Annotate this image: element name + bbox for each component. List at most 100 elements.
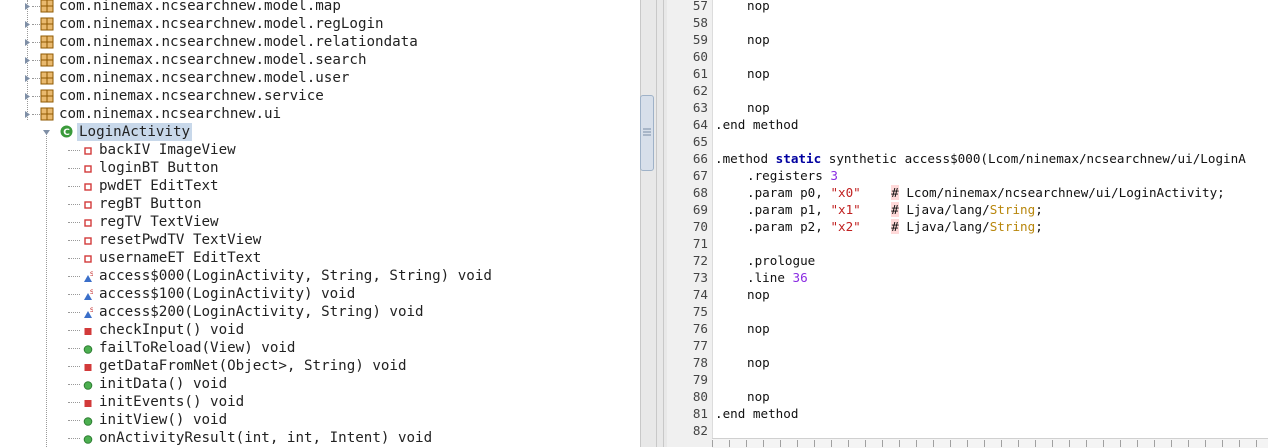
member-node[interactable]: failToReload(View) void (0, 339, 640, 357)
line-number: 74 (692, 287, 708, 302)
svg-text:S: S (90, 307, 93, 314)
member-node[interactable]: initData() void (0, 375, 640, 393)
static-synthetic-method-icon: S (83, 288, 94, 300)
code-line: .line 36 (747, 270, 808, 285)
code-line: .prologue (747, 253, 816, 268)
code-line: .end method (715, 406, 799, 421)
code-line: nop (747, 355, 770, 370)
smali-code-editor[interactable]: 57 58 59 60 61 62 63 64 65 66 67 68 69 70 71 72 73 74 75 76… (667, 0, 1268, 447)
package-label: com.ninemax.ncsearchnew.model.search (59, 52, 367, 68)
package-node[interactable]: com.ninemax.ncsearchnew.model.user (0, 69, 640, 87)
line-number: 64 (692, 117, 708, 132)
package-node[interactable]: com.ninemax.ncsearchnew.model.regLogin (0, 15, 640, 33)
scrollbar-tick (1137, 440, 1138, 447)
scrollbar-tick (984, 440, 985, 447)
package-node[interactable]: com.ninemax.ncsearchnew.ui (0, 105, 640, 123)
svg-text:S: S (90, 271, 93, 278)
scrollbar-tick (916, 440, 917, 447)
package-icon (40, 107, 54, 121)
member-node[interactable]: usernameET EditText (0, 249, 640, 267)
expand-arrow-icon[interactable] (23, 15, 32, 33)
member-node[interactable]: loginBT Button (0, 159, 640, 177)
line-number: 70 (692, 219, 708, 234)
member-node[interactable]: resetPwdTV TextView (0, 231, 640, 249)
package-icon (40, 53, 54, 67)
member-label: initData() void (99, 376, 228, 392)
class-tree-panel[interactable]: com.ninemax.ncsearchnew.model.map com.nin… (0, 0, 640, 447)
member-node[interactable]: getDataFromNet(Object>, String) void (0, 357, 640, 375)
member-node[interactable]: regTV TextView (0, 213, 640, 231)
collapse-arrow-icon[interactable] (42, 123, 51, 141)
package-node[interactable]: com.ninemax.ncsearchnew.service (0, 87, 640, 105)
field-private-icon (83, 180, 93, 192)
member-label: loginBT Button (99, 160, 219, 176)
scrollbar-tick (1069, 440, 1070, 447)
tree-guide-line (68, 204, 80, 205)
class-node[interactable]: C LoginActivity (0, 123, 640, 141)
tree-guide-line (68, 294, 80, 295)
expand-arrow-icon[interactable] (23, 69, 32, 87)
tree-guide-line (68, 222, 80, 223)
member-label: access$100(LoginActivity) void (99, 286, 356, 302)
package-node[interactable]: com.ninemax.ncsearchnew.model.search (0, 51, 640, 69)
tree-guide-line (32, 60, 40, 61)
member-node[interactable]: Saccess$000(LoginActivity, String, Strin… (0, 267, 640, 285)
member-node[interactable]: initView() void (0, 411, 640, 429)
member-node[interactable]: checkInput() void (0, 321, 640, 339)
scrollbar-tick (746, 440, 747, 447)
scrollbar-tick (899, 440, 900, 447)
member-label: pwdET EditText (99, 178, 219, 194)
member-node[interactable]: initEvents() void (0, 393, 640, 411)
scrollbar-tick (967, 440, 968, 447)
code-line: nop (747, 0, 770, 13)
member-node[interactable]: pwdET EditText (0, 177, 640, 195)
line-number: 60 (692, 49, 708, 64)
line-number: 66 (692, 151, 708, 166)
tree-guide-line (68, 384, 80, 385)
line-number: 62 (692, 83, 708, 98)
static-synthetic-method-icon: S (83, 306, 94, 318)
tree-guide-line (68, 186, 80, 187)
tree-guide-line (68, 348, 80, 349)
expand-arrow-icon[interactable] (23, 105, 32, 123)
tree-guide-line (68, 150, 80, 151)
line-number: 80 (692, 389, 708, 404)
scrollbar-tick (848, 440, 849, 447)
package-label: com.ninemax.ncsearchnew.model.user (59, 70, 350, 86)
member-node[interactable]: regBT Button (0, 195, 640, 213)
tree-guide-line (68, 240, 80, 241)
package-node[interactable]: com.ninemax.ncsearchnew.model.map (0, 0, 640, 15)
line-number: 61 (692, 66, 708, 81)
member-node[interactable]: Saccess$100(LoginActivity) void (0, 285, 640, 303)
line-number: 63 (692, 100, 708, 115)
tree-guide-line (32, 114, 40, 115)
member-label: usernameET EditText (99, 250, 262, 266)
divider (663, 0, 664, 447)
expand-arrow-icon[interactable] (23, 87, 32, 105)
tree-guide-line (32, 78, 40, 79)
member-node[interactable]: backIV ImageView (0, 141, 640, 159)
line-number: 73 (692, 270, 708, 285)
svg-text:S: S (90, 289, 93, 296)
line-number: 79 (692, 372, 708, 387)
private-method-icon (83, 396, 93, 408)
member-node[interactable]: onActivityResult(int, int, Intent) void (0, 429, 640, 447)
scrollbar-tick (1086, 440, 1087, 447)
code-line: .registers 3 (747, 168, 839, 183)
public-method-icon (83, 414, 93, 426)
member-label: regTV TextView (99, 214, 219, 230)
code-line-method: .method static synthetic access$000(Lcom… (715, 151, 1246, 166)
code-line-param: .param p0, "x0" # Lcom/ninemax/ncsearchn… (747, 185, 1225, 200)
scrollbar-tick (1120, 440, 1121, 447)
package-node[interactable]: com.ninemax.ncsearchnew.model.relationda… (0, 33, 640, 51)
expand-arrow-icon[interactable] (23, 51, 32, 69)
scrollbar-tick (814, 440, 815, 447)
line-number: 77 (692, 338, 708, 353)
member-label: onActivityResult(int, int, Intent) void (99, 430, 433, 446)
member-node[interactable]: Saccess$200(LoginActivity, String) void (0, 303, 640, 321)
tree-guide-line (32, 42, 40, 43)
line-number: 71 (692, 236, 708, 251)
expand-arrow-icon[interactable] (23, 33, 32, 51)
field-private-icon (83, 198, 93, 210)
expand-arrow-icon[interactable] (23, 0, 32, 15)
